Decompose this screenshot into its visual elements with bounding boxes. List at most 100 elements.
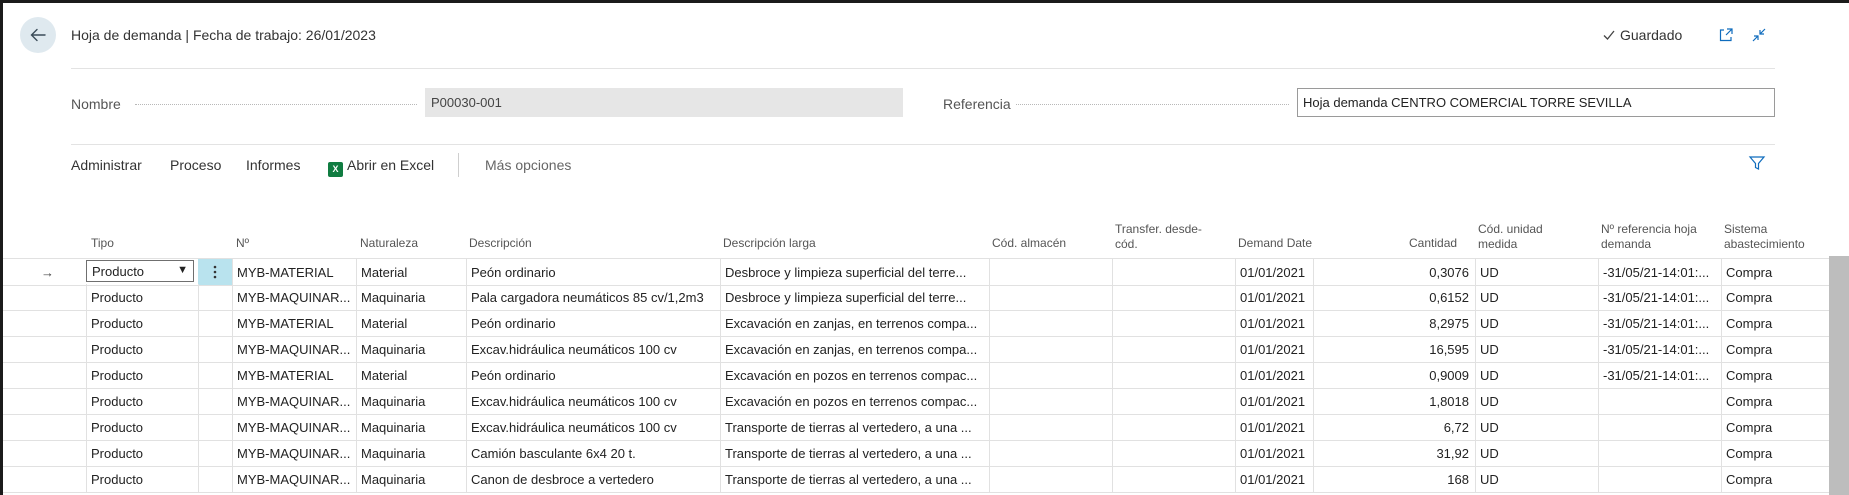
cell-unidad[interactable]: UD bbox=[1475, 259, 1598, 285]
cell-actions[interactable] bbox=[198, 310, 232, 336]
cell-descripcion-larga[interactable]: Desbroce y limpieza superficial del terr… bbox=[720, 259, 989, 285]
cell-naturaleza[interactable]: Material bbox=[356, 362, 466, 388]
cell-unidad[interactable]: UD bbox=[1475, 336, 1598, 362]
table-row[interactable]: Producto MYB-MAQUINAR... Maquinaria Cami… bbox=[3, 440, 1829, 467]
cell-actions[interactable] bbox=[198, 388, 232, 414]
cell-no[interactable]: MYB-MAQUINAR... bbox=[232, 336, 356, 362]
cell-descripcion[interactable]: Canon de desbroce a vertedero bbox=[466, 466, 720, 492]
cell-unidad[interactable]: UD bbox=[1475, 310, 1598, 336]
cell-transfer[interactable] bbox=[1112, 388, 1235, 414]
cell-cantidad[interactable]: 16,595 bbox=[1313, 336, 1475, 362]
more-options-menu[interactable]: Más opciones bbox=[485, 157, 571, 173]
cell-cantidad[interactable]: 8,2975 bbox=[1313, 310, 1475, 336]
cell-transfer[interactable] bbox=[1112, 466, 1235, 492]
cell-cantidad[interactable]: 0,9009 bbox=[1313, 362, 1475, 388]
cell-sistema[interactable]: Compra bbox=[1721, 259, 1829, 285]
cell-descripcion[interactable]: Camión basculante 6x4 20 t. bbox=[466, 440, 720, 466]
cell-almacen[interactable] bbox=[989, 466, 1112, 492]
cell-demand-date[interactable]: 01/01/2021 bbox=[1235, 388, 1313, 414]
col-header-unidad[interactable]: Cód. unidad medida bbox=[1478, 222, 1543, 252]
cell-tipo[interactable]: Producto bbox=[86, 284, 198, 310]
cell-naturaleza[interactable]: Maquinaria bbox=[356, 388, 466, 414]
cell-unidad[interactable]: UD bbox=[1475, 362, 1598, 388]
cell-naturaleza[interactable]: Maquinaria bbox=[356, 440, 466, 466]
cell-descripcion[interactable]: Peón ordinario bbox=[466, 259, 720, 285]
cell-actions[interactable] bbox=[198, 336, 232, 362]
cell-cantidad[interactable]: 0,3076 bbox=[1313, 259, 1475, 285]
cell-sistema[interactable]: Compra bbox=[1721, 336, 1829, 362]
cell-tipo[interactable]: Producto bbox=[86, 362, 198, 388]
col-header-naturaleza[interactable]: Naturaleza bbox=[360, 236, 418, 251]
cell-no[interactable]: MYB-MAQUINAR... bbox=[232, 414, 356, 440]
cell-sistema[interactable]: Compra bbox=[1721, 414, 1829, 440]
cell-actions[interactable] bbox=[198, 414, 232, 440]
cell-ref[interactable] bbox=[1598, 414, 1721, 440]
tipo-select[interactable]: Producto ▼ bbox=[86, 260, 194, 282]
cell-no[interactable]: MYB-MATERIAL bbox=[232, 259, 356, 285]
collapse-button[interactable] bbox=[1748, 24, 1770, 46]
col-header-transfer[interactable]: Transfer. desde- cód. bbox=[1115, 222, 1202, 252]
cell-descripcion[interactable]: Pala cargadora neumáticos 85 cv/1,2m3 bbox=[466, 284, 720, 310]
cell-no[interactable]: MYB-MATERIAL bbox=[232, 310, 356, 336]
cell-unidad[interactable]: UD bbox=[1475, 466, 1598, 492]
administrar-menu[interactable]: Administrar bbox=[71, 157, 142, 173]
table-row[interactable]: Producto MYB-MAQUINAR... Maquinaria Exca… bbox=[3, 414, 1829, 441]
cell-transfer[interactable] bbox=[1112, 284, 1235, 310]
cell-transfer[interactable] bbox=[1112, 310, 1235, 336]
col-header-tipo[interactable]: Tipo bbox=[91, 236, 114, 251]
table-row[interactable]: → Producto ▼ MYB-MATERIAL Material Peón … bbox=[3, 258, 1829, 286]
cell-transfer[interactable] bbox=[1112, 336, 1235, 362]
cell-descripcion[interactable]: Excav.hidráulica neumáticos 100 cv bbox=[466, 388, 720, 414]
cell-unidad[interactable]: UD bbox=[1475, 414, 1598, 440]
cell-demand-date[interactable]: 01/01/2021 bbox=[1235, 440, 1313, 466]
cell-tipo[interactable]: Producto bbox=[86, 336, 198, 362]
cell-ref[interactable]: -31/05/21-14:01:... bbox=[1598, 284, 1721, 310]
open-in-new-window-button[interactable] bbox=[1715, 24, 1737, 46]
cell-ref[interactable] bbox=[1598, 440, 1721, 466]
cell-almacen[interactable] bbox=[989, 388, 1112, 414]
open-in-excel-button[interactable]: X Abrir en Excel bbox=[328, 157, 434, 177]
cell-almacen[interactable] bbox=[989, 362, 1112, 388]
cell-tipo[interactable]: Producto bbox=[86, 466, 198, 492]
cell-almacen[interactable] bbox=[989, 259, 1112, 285]
col-header-descripcion-larga[interactable]: Descripción larga bbox=[723, 236, 816, 251]
cell-naturaleza[interactable]: Maquinaria bbox=[356, 284, 466, 310]
cell-demand-date[interactable]: 01/01/2021 bbox=[1235, 284, 1313, 310]
informes-menu[interactable]: Informes bbox=[246, 157, 300, 173]
row-more-options-button[interactable] bbox=[198, 259, 232, 285]
cell-unidad[interactable]: UD bbox=[1475, 284, 1598, 310]
cell-ref[interactable] bbox=[1598, 466, 1721, 492]
col-header-sistema[interactable]: Sistema abastecimiento bbox=[1724, 222, 1805, 252]
cell-descripcion[interactable]: Peón ordinario bbox=[466, 310, 720, 336]
cell-tipo[interactable]: Producto bbox=[86, 414, 198, 440]
table-row[interactable]: Producto MYB-MATERIAL Material Peón ordi… bbox=[3, 362, 1829, 389]
cell-almacen[interactable] bbox=[989, 440, 1112, 466]
cell-descripcion-larga[interactable]: Excavación en zanjas, en terrenos compa.… bbox=[720, 336, 989, 362]
cell-transfer[interactable] bbox=[1112, 362, 1235, 388]
cell-almacen[interactable] bbox=[989, 310, 1112, 336]
table-row[interactable]: Producto MYB-MAQUINAR... Maquinaria Exca… bbox=[3, 388, 1829, 415]
cell-no[interactable]: MYB-MAQUINAR... bbox=[232, 388, 356, 414]
cell-sistema[interactable]: Compra bbox=[1721, 284, 1829, 310]
cell-actions[interactable] bbox=[198, 284, 232, 310]
cell-actions[interactable] bbox=[198, 362, 232, 388]
table-row[interactable]: Producto MYB-MAQUINAR... Maquinaria Cano… bbox=[3, 466, 1829, 493]
filter-button[interactable] bbox=[1748, 154, 1766, 175]
cell-sistema[interactable]: Compra bbox=[1721, 466, 1829, 492]
cell-transfer[interactable] bbox=[1112, 259, 1235, 285]
col-header-ref[interactable]: Nº referencia hoja demanda bbox=[1601, 222, 1697, 252]
cell-sistema[interactable]: Compra bbox=[1721, 440, 1829, 466]
cell-ref[interactable]: -31/05/21-14:01:... bbox=[1598, 362, 1721, 388]
col-header-no[interactable]: Nº bbox=[236, 236, 249, 251]
cell-cantidad[interactable]: 0,6152 bbox=[1313, 284, 1475, 310]
cell-descripcion-larga[interactable]: Transporte de tierras al vertedero, a un… bbox=[720, 440, 989, 466]
cell-demand-date[interactable]: 01/01/2021 bbox=[1235, 336, 1313, 362]
back-button[interactable] bbox=[20, 17, 56, 53]
vertical-scrollbar[interactable] bbox=[1829, 256, 1849, 495]
cell-ref[interactable]: -31/05/21-14:01:... bbox=[1598, 310, 1721, 336]
table-row[interactable]: Producto MYB-MAQUINAR... Maquinaria Exca… bbox=[3, 336, 1829, 363]
referencia-field[interactable]: Hoja demanda CENTRO COMERCIAL TORRE SEVI… bbox=[1297, 88, 1775, 117]
cell-unidad[interactable]: UD bbox=[1475, 388, 1598, 414]
cell-cantidad[interactable]: 168 bbox=[1313, 466, 1475, 492]
cell-demand-date[interactable]: 01/01/2021 bbox=[1235, 259, 1313, 285]
